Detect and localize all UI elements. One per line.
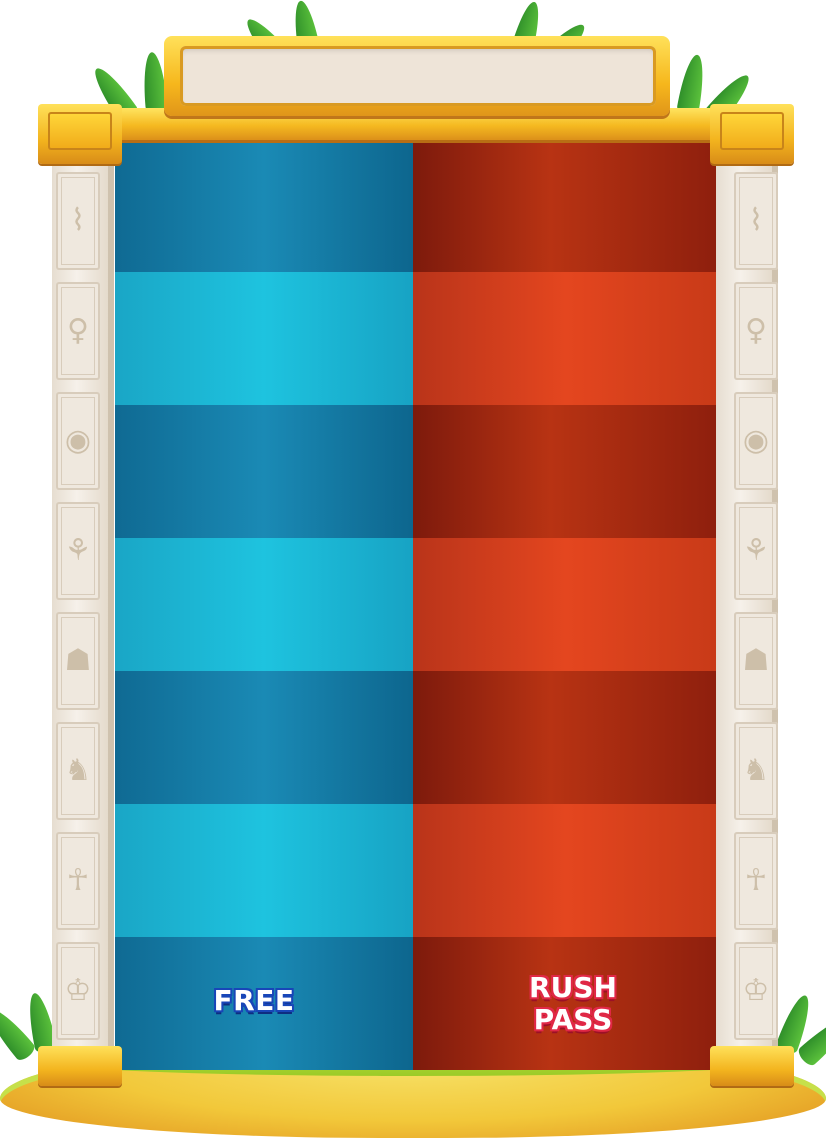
hieroglyph-tile: ⚘	[56, 502, 100, 600]
right-column-pedestal	[710, 1046, 794, 1086]
capital-panel	[48, 112, 112, 150]
rush-track-row	[413, 405, 718, 538]
vase-glyph-icon: ☗	[64, 643, 92, 678]
hieroglyph-tile: ♞	[734, 722, 778, 820]
rush-track-row	[413, 272, 718, 405]
hieroglyph-tile: ☥	[734, 832, 778, 930]
snake-glyph-icon: ⌇	[748, 203, 764, 238]
free-track-row	[115, 538, 413, 671]
eye-of-horus-icon: ◉	[742, 423, 770, 458]
right-column-capital	[710, 104, 794, 164]
cat-glyph-icon: ⚘	[64, 533, 92, 568]
eye-of-horus-icon: ◉	[64, 423, 92, 458]
left-column-pedestal	[38, 1046, 122, 1086]
free-track-row	[115, 671, 413, 804]
hieroglyph-tile: ♀	[734, 282, 778, 380]
sphinx-glyph-icon: ♞	[64, 753, 92, 788]
sphinx-glyph-icon: ♞	[742, 753, 770, 788]
free-track-panel	[115, 139, 413, 1070]
rush-label-line1: RUSH	[529, 971, 617, 1004]
anubis-glyph-icon: ♀	[67, 313, 89, 348]
hieroglyph-tile: ☗	[734, 612, 778, 710]
rush-pass-track-panel	[413, 139, 718, 1070]
free-label: FREE	[213, 984, 295, 1017]
free-track-row	[115, 139, 413, 272]
hieroglyph-tile: ☥	[56, 832, 100, 930]
right-column-tiles: ⌇ ♀ ◉ ⚘ ☗ ♞ ☥ ♔	[730, 172, 790, 1052]
rush-track-row	[413, 538, 718, 671]
anubis-glyph-icon: ♀	[745, 313, 767, 348]
hieroglyph-tile: ⌇	[734, 172, 778, 270]
capital-panel	[720, 112, 784, 150]
hieroglyph-tile: ⚘	[734, 502, 778, 600]
free-track-row	[115, 405, 413, 538]
left-column-tiles: ⌇ ♀ ◉ ⚘ ☗ ♞ ☥ ♔	[52, 172, 112, 1052]
pharaoh-glyph-icon: ♔	[742, 973, 770, 1008]
rush-pass-label: RUSH PASS	[413, 972, 733, 1036]
ankh-icon: ☥	[66, 863, 90, 898]
hieroglyph-tile: ♞	[56, 722, 100, 820]
ankh-icon: ☥	[744, 863, 768, 898]
left-column-capital	[38, 104, 122, 164]
pharaoh-glyph-icon: ♔	[64, 973, 92, 1008]
leaf-icon	[676, 53, 709, 116]
free-track-row	[115, 272, 413, 405]
title-banner	[180, 46, 656, 106]
hieroglyph-tile: ◉	[56, 392, 100, 490]
hieroglyph-tile: ☗	[56, 612, 100, 710]
hieroglyph-tile: ◉	[734, 392, 778, 490]
vase-glyph-icon: ☗	[742, 643, 770, 678]
rush-label-line2: PASS	[533, 1003, 613, 1036]
rush-track-row	[413, 139, 718, 272]
cat-glyph-icon: ⚘	[742, 533, 770, 568]
snake-glyph-icon: ⌇	[70, 203, 86, 238]
free-track-row	[115, 804, 413, 937]
rush-track-row	[413, 804, 718, 937]
rush-track-row	[413, 671, 718, 804]
hieroglyph-tile: ♔	[56, 942, 100, 1040]
hieroglyph-tile: ♔	[734, 942, 778, 1040]
hieroglyph-tile: ⌇	[56, 172, 100, 270]
hieroglyph-tile: ♀	[56, 282, 100, 380]
battle-pass-frame: FREE RUSH PASS ⌇ ♀ ◉ ⚘ ☗ ♞ ☥ ♔ ⌇ ♀ ◉ ⚘ ☗ ♞ ☥ ♔	[0, 0, 826, 1138]
